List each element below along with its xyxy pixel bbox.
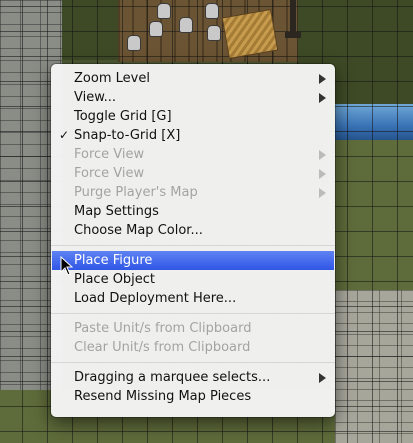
stall-post (180, 18, 192, 32)
menu-item-place-object[interactable]: Place Object (51, 270, 335, 289)
pointer-cursor-icon (60, 256, 74, 276)
menu-item-paste-units: Paste Unit/s from Clipboard (51, 319, 335, 338)
menu-item-dragging-marquee[interactable]: Dragging a marquee selects... (51, 368, 335, 387)
menu-item-label: Paste Unit/s from Clipboard (74, 321, 252, 336)
menu-item-resend-map-pieces[interactable]: Resend Missing Map Pieces (51, 387, 335, 406)
chevron-right-icon (319, 74, 326, 84)
menu-item-toggle-grid[interactable]: Toggle Grid [G] (51, 107, 335, 126)
checkmark-icon: ✓ (59, 128, 70, 142)
menu-item-label: Map Settings (74, 204, 159, 219)
menu-item-label: Snap-to-Grid [X] (74, 128, 181, 143)
map-stone-stairs (335, 290, 413, 443)
menu-item-label: Choose Map Color... (74, 223, 203, 238)
stall-post (208, 26, 220, 40)
menu-item-label: Force View (74, 166, 145, 181)
chevron-right-icon (319, 188, 326, 198)
menu-item-label: Place Figure (74, 253, 153, 268)
menu-item-label: Place Object (74, 272, 156, 287)
map-water (335, 104, 413, 140)
menu-item-label: Force View (74, 147, 145, 162)
menu-item-force-view: Force View (51, 145, 335, 164)
menu-item-label: Dragging a marquee selects... (74, 370, 271, 385)
map-wall-segment (285, 32, 301, 38)
hay-bale (222, 10, 278, 58)
menu-item-clear-units: Clear Unit/s from Clipboard (51, 338, 335, 357)
stall-post (128, 36, 140, 50)
stall-post (158, 4, 170, 18)
chevron-right-icon (319, 150, 326, 160)
chevron-right-icon (319, 373, 326, 383)
menu-separator (51, 245, 335, 246)
menu-item-view[interactable]: View... (51, 88, 335, 107)
menu-item-label: Zoom Level (74, 71, 150, 86)
map-grass-lower (335, 200, 413, 290)
menu-item-label: Load Deployment Here... (74, 291, 237, 306)
map-stone-wall (0, 60, 51, 390)
menu-item-force-view-2: Force View (51, 164, 335, 183)
menu-item-choose-map-color[interactable]: Choose Map Color... (51, 221, 335, 240)
menu-separator (51, 362, 335, 363)
chevron-right-icon (319, 93, 326, 103)
menu-item-snap-to-grid[interactable]: ✓ Snap-to-Grid [X] (51, 126, 335, 145)
menu-item-label: Toggle Grid [G] (74, 109, 172, 124)
menu-item-map-settings[interactable]: Map Settings (51, 202, 335, 221)
stall-post (206, 4, 218, 18)
menu-item-purge-players-map: Purge Player's Map (51, 183, 335, 202)
menu-item-load-deployment[interactable]: Load Deployment Here... (51, 289, 335, 308)
menu-item-label: Purge Player's Map (74, 185, 198, 200)
map-wall-segment (290, 0, 296, 34)
context-menu: Zoom Level View... Toggle Grid [G] ✓ Sna… (51, 64, 335, 417)
menu-item-place-figure[interactable]: Place Figure (52, 251, 334, 270)
menu-separator (51, 313, 335, 314)
stall-post (150, 22, 162, 36)
menu-item-label: Resend Missing Map Pieces (74, 389, 252, 404)
chevron-right-icon (319, 169, 326, 179)
menu-item-zoom-level[interactable]: Zoom Level (51, 69, 335, 88)
menu-item-label: View... (74, 90, 117, 105)
menu-item-label: Clear Unit/s from Clipboard (74, 340, 251, 355)
